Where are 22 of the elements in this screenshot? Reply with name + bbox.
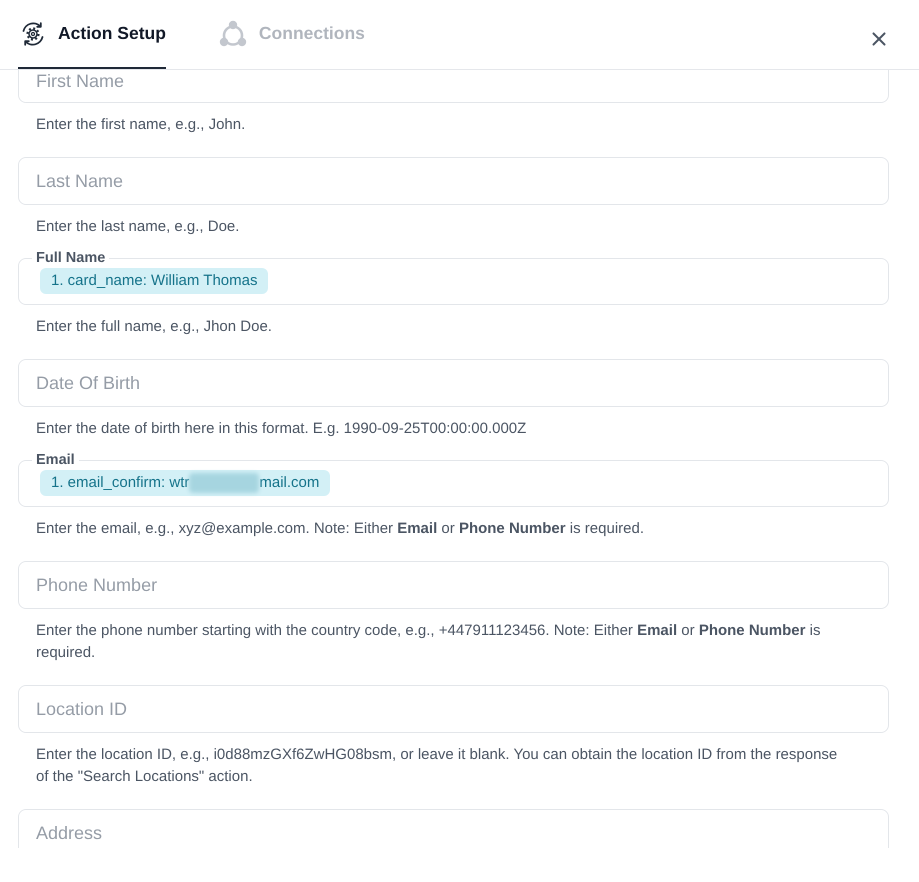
field-label: Full Name (35, 251, 106, 265)
input-field[interactable]: First Name (18, 70, 889, 103)
input-field[interactable]: Phone Number (18, 561, 889, 609)
help-text: Enter the full name, e.g., Jhon Doe. (35, 317, 273, 337)
input-field[interactable]: Email 1. email_confirm: wtr mail.com (18, 453, 889, 507)
chip-text: 1. card_name: William Thomas (51, 270, 258, 291)
help-text: Enter the date of birth here in this format. E.g. 1990-09-25T00:00:00.000Z (35, 419, 528, 439)
input-field[interactable]: Date Of Birth (18, 359, 889, 407)
input-field[interactable]: Full Name 1. card_name: William Thomas (18, 251, 889, 305)
help-text: Enter the phone number starting with the country code, e.g., +447911123456. Note: Either Email or Phone Number is required. (35, 621, 822, 663)
field-label: Email (35, 453, 76, 467)
chip-text: 1. email_confirm: wtr (51, 472, 190, 493)
input-field[interactable]: Location ID (18, 685, 889, 733)
chip-text: mail.com (259, 472, 320, 493)
help-text: Enter the email, e.g., xyz@example.com. Note: Either Email or Phone Number is required. (35, 519, 645, 539)
input-field[interactable]: Address (18, 809, 889, 848)
input-field[interactable]: Last Name (18, 157, 889, 205)
help-text: Enter the last name, e.g., Doe. (35, 217, 240, 237)
help-text: Enter the first name, e.g., John. (35, 115, 246, 135)
gear-arrows-icon (20, 20, 46, 46)
connected-nodes-icon (218, 20, 247, 48)
help-text: Enter the location ID, e.g., i0d88mzGXf6ZwHG08bsm, or leave it blank. You can obtain the location ID from the response of the "Search Locations" action. (35, 745, 838, 787)
